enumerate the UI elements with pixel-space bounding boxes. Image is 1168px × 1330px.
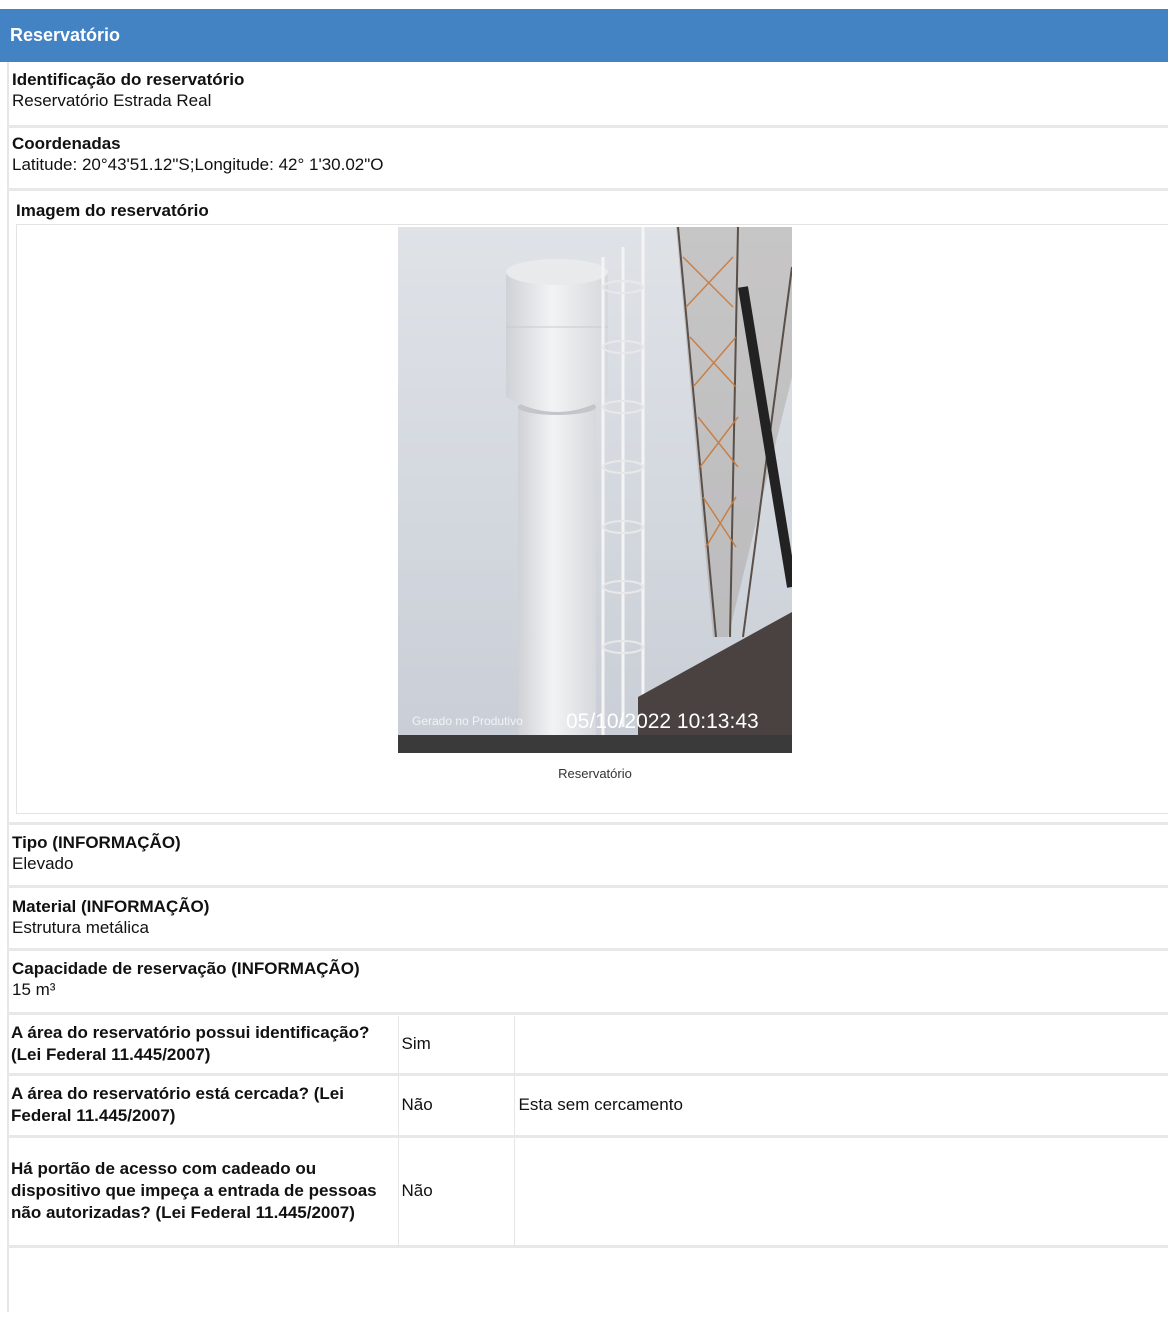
- field-label: Tipo (INFORMAÇÃO): [12, 833, 181, 852]
- field-value: Latitude: 20°43'51.12"S;Longitude: 42° 1…: [12, 155, 384, 174]
- photo-watermark: Gerado no Produtivo: [412, 714, 523, 728]
- note-cell: [514, 1016, 1168, 1076]
- field-value: 15 m³: [12, 980, 56, 999]
- note-cell: Esta sem cercamento: [514, 1074, 1168, 1138]
- section-header: Reservatório: [0, 9, 1168, 62]
- table-row: A área do reservatório possui identifica…: [7, 1016, 1168, 1076]
- field-capacidade: Capacidade de reservação (INFORMAÇÃO) 15…: [7, 958, 1168, 1000]
- table-row: A área do reservatório está cercada? (Le…: [7, 1074, 1168, 1138]
- field-value: Reservatório Estrada Real: [12, 91, 212, 110]
- field-label: Material (INFORMAÇÃO): [12, 897, 210, 916]
- divider: [7, 188, 1168, 191]
- answer-cell: Não: [398, 1136, 515, 1248]
- question-cell: Há portão de acesso com cadeado ou dispo…: [7, 1136, 399, 1248]
- divider: [7, 948, 1168, 951]
- table-row: Há portão de acesso com cadeado ou dispo…: [7, 1136, 1168, 1248]
- field-label: Coordenadas: [12, 134, 121, 153]
- field-label: Identificação do reservatório: [12, 70, 245, 89]
- divider: [7, 885, 1168, 888]
- divider: [7, 1012, 1168, 1015]
- report-page: Reservatório Identificação do reservatór…: [0, 0, 1168, 1330]
- divider: [7, 125, 1168, 128]
- field-value: Elevado: [12, 854, 74, 873]
- reservoir-photo: Gerado no Produtivo 05/10/2022 10:13:43: [398, 227, 792, 753]
- field-label: Capacidade de reservação (INFORMAÇÃO): [12, 959, 360, 978]
- field-material: Material (INFORMAÇÃO) Estrutura metálica: [7, 896, 1168, 938]
- field-value: Estrutura metálica: [12, 918, 149, 937]
- question-cell: A área do reservatório possui identifica…: [7, 1016, 399, 1076]
- field-identificacao: Identificação do reservatório Reservatór…: [7, 69, 1168, 111]
- answer-cell: Sim: [398, 1016, 515, 1076]
- note-cell: [514, 1136, 1168, 1248]
- photo-timestamp: 05/10/2022 10:13:43: [566, 710, 759, 733]
- divider: [7, 822, 1168, 825]
- image-section-label: Imagem do reservatório: [16, 201, 209, 220]
- field-tipo: Tipo (INFORMAÇÃO) Elevado: [7, 832, 1168, 874]
- answer-cell: Não: [398, 1074, 515, 1138]
- question-cell: A área do reservatório está cercada? (Le…: [7, 1074, 399, 1138]
- photo-caption: Reservatório: [558, 766, 632, 781]
- field-coordenadas: Coordenadas Latitude: 20°43'51.12"S;Long…: [7, 133, 1168, 175]
- questions-table: A área do reservatório possui identifica…: [7, 1016, 1168, 1248]
